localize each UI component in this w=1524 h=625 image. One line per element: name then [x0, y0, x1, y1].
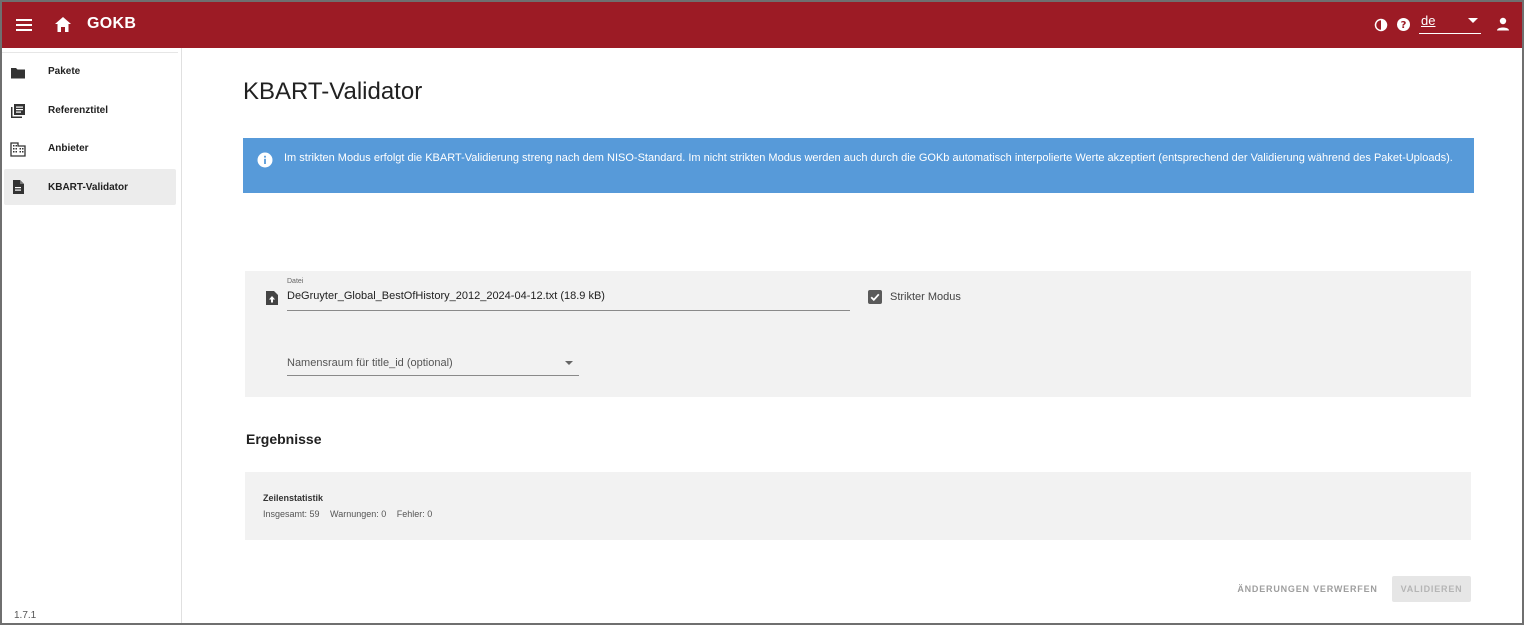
strict-mode-label[interactable]: Strikter Modus: [890, 291, 961, 303]
stat-total: Insgesamt: 59: [263, 509, 320, 519]
app-version: 1.7.1: [14, 610, 37, 621]
namespace-select[interactable]: Namensraum für title_id (optional): [287, 351, 579, 376]
sidebar-item-label: Pakete: [48, 66, 81, 77]
results-heading: Ergebnisse: [246, 431, 322, 447]
help-icon[interactable]: ?: [1396, 17, 1411, 32]
sidebar: Pakete Referenztitel Anbieter KBART-Vali…: [2, 48, 182, 623]
validate-button[interactable]: VALIDIEREN: [1392, 576, 1471, 602]
home-icon[interactable]: [52, 14, 74, 36]
info-alert-text: Im strikten Modus erfolgt die KBART-Vali…: [284, 152, 1453, 164]
chevron-down-icon: [565, 361, 573, 365]
sidebar-item-referenztitel[interactable]: Referenztitel: [4, 93, 176, 129]
chevron-down-icon: [1468, 18, 1478, 23]
folder-icon: [11, 68, 25, 79]
sidebar-item-label: Referenztitel: [48, 105, 109, 116]
library-books-icon: [11, 104, 25, 118]
sidebar-divider: [2, 52, 178, 53]
sidebar-item-pakete[interactable]: Pakete: [4, 55, 176, 91]
file-document-icon: [13, 180, 24, 194]
app-bar: GOKB ? de: [2, 2, 1522, 48]
checkbox-checked-icon: [868, 290, 882, 304]
sidebar-item-label: KBART-Validator: [48, 182, 129, 193]
language-select[interactable]: de: [1419, 12, 1481, 34]
brand-title[interactable]: GOKB: [87, 15, 136, 33]
file-input-label: Datei: [287, 278, 304, 285]
page-title: KBART-Validator: [243, 78, 423, 105]
domain-icon: [10, 142, 26, 157]
file-input-value: DeGruyter_Global_BestOfHistory_2012_2024…: [287, 290, 605, 302]
svg-text:?: ?: [1401, 20, 1407, 31]
app-window: GOKB ? de Pakete Referenztitel Anbieter …: [0, 0, 1524, 625]
language-value: de: [1421, 13, 1436, 28]
validator-form: Datei DeGruyter_Global_BestOfHistory_201…: [245, 271, 1471, 397]
sidebar-item-kbart-validator[interactable]: KBART-Validator: [4, 169, 176, 205]
user-icon[interactable]: [1495, 16, 1511, 32]
sidebar-item-label: Anbieter: [48, 143, 89, 154]
info-icon: [257, 152, 273, 168]
row-statistics-card: Zeilenstatistik Insgesamt: 59 Warnungen:…: [245, 472, 1471, 540]
sidebar-item-anbieter[interactable]: Anbieter: [4, 131, 176, 167]
info-alert: Im strikten Modus erfolgt die KBART-Vali…: [243, 138, 1474, 193]
discard-changes-button[interactable]: ÄNDERUNGEN VERWERFEN: [1229, 576, 1386, 602]
file-input[interactable]: Datei DeGruyter_Global_BestOfHistory_201…: [287, 277, 850, 311]
stat-warnings: Warnungen: 0: [330, 509, 387, 519]
contrast-icon[interactable]: [1374, 18, 1388, 32]
row-statistics-title: Zeilenstatistik: [263, 493, 324, 503]
namespace-select-placeholder: Namensraum für title_id (optional): [287, 357, 453, 369]
file-upload-icon: [266, 291, 278, 305]
menu-icon[interactable]: [14, 15, 34, 35]
stat-errors: Fehler: 0: [396, 509, 433, 519]
row-statistics-values: Insgesamt: 59 Warnungen: 0 Fehler: 0: [263, 509, 440, 519]
